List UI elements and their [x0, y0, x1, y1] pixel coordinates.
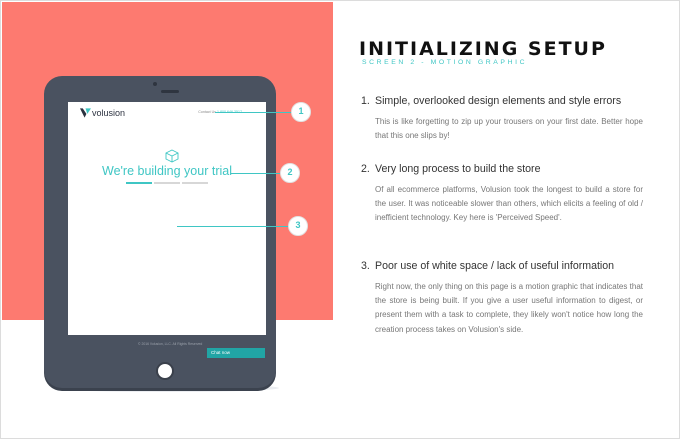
callout-leader-1 [215, 112, 291, 113]
volusion-logo-icon [80, 108, 91, 118]
building-message: We're building your trial [102, 164, 232, 178]
issue-heading: 2. Very long process to build the store [361, 163, 643, 175]
issue-body: Of all ecommerce platforms, Volusion too… [375, 185, 643, 223]
issue-heading: 1. Simple, overlooked design elements and… [361, 95, 643, 107]
progress-segment-done [126, 182, 152, 184]
volusion-logo[interactable]: volusion [80, 108, 125, 118]
progress-segment [154, 182, 180, 184]
issue-number: 1. [361, 95, 370, 107]
page-subtitle: SCREEN 2 - MOTION GRAPHIC [362, 59, 528, 66]
issue-number: 3. [361, 260, 370, 272]
screen-footer: © 2016 Volusion, LLC. All Rights Reserve… [68, 335, 266, 358]
issue-body: Right now, the only thing on this page i… [375, 282, 643, 334]
home-button-icon [156, 362, 174, 380]
callout-leader-2 [231, 173, 280, 174]
issue-heading: 3. Poor use of white space / lack of usef… [361, 260, 643, 272]
tablet-mockup: volusion Contact Us 1 800 646 3517 We're… [44, 76, 276, 388]
footer-copyright: © 2016 Volusion, LLC. All Rights Reserve… [138, 342, 203, 346]
callout-2: 2 [280, 163, 300, 183]
chat-now-button[interactable]: Chat now [207, 348, 265, 358]
slide: volusion Contact Us 1 800 646 3517 We're… [0, 0, 680, 439]
camera-icon [153, 82, 157, 86]
issue-item-3: 3. Poor use of white space / lack of usef… [361, 260, 643, 337]
callout-1: 1 [291, 102, 311, 122]
issue-item-1: 1. Simple, overlooked design elements and… [361, 95, 643, 143]
issue-item-2: 2. Very long process to build the store O… [361, 163, 643, 226]
issue-title: Poor use of white space / lack of useful… [375, 260, 615, 272]
page-title: INITIALIZING SETUP [359, 38, 607, 60]
progress-bar [126, 182, 208, 184]
issue-body: This is like forgetting to zip up your t… [375, 117, 643, 141]
callout-3: 3 [288, 216, 308, 236]
contact-label: Contact Us [198, 110, 217, 114]
progress-segment [182, 182, 208, 184]
callout-leader-3 [177, 226, 288, 227]
issue-title: Very long process to build the store [375, 163, 541, 175]
issue-title: Simple, overlooked design elements and s… [375, 95, 622, 107]
speaker-icon [161, 90, 179, 93]
issue-number: 2. [361, 163, 370, 175]
tablet-screen: volusion Contact Us 1 800 646 3517 We're… [68, 102, 266, 358]
cube-icon [165, 149, 179, 163]
logo-text: volusion [92, 108, 126, 118]
